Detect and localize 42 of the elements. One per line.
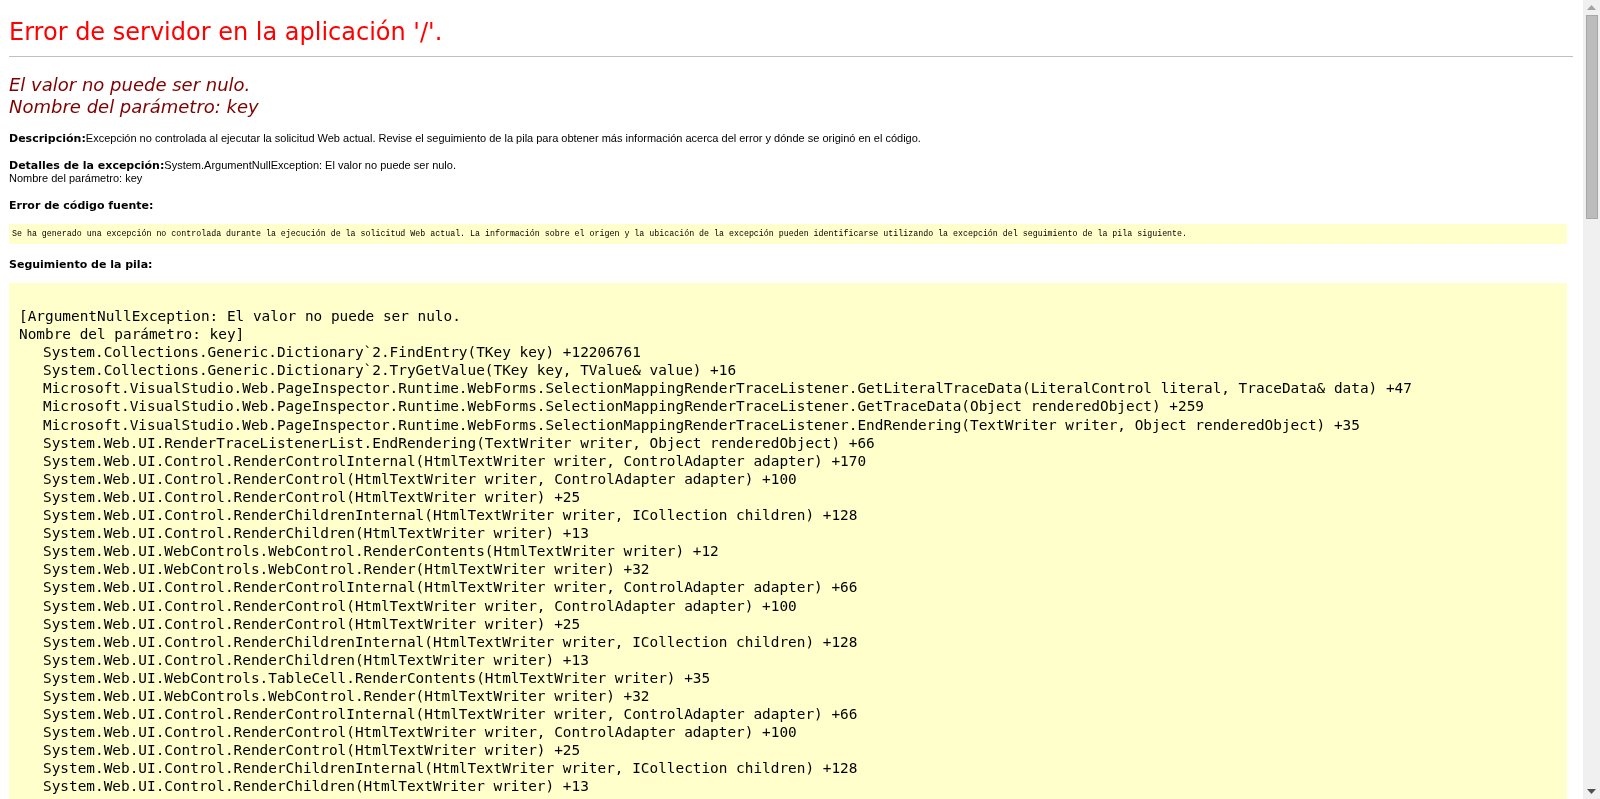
error-message: Nombre del parámetro: key	[9, 96, 259, 118]
stack-frame-line: System.Web.UI.Control.RenderControlInternal(HtmlTextWriter writer, ControlAdapter adapter) +170	[42, 451, 868, 470]
stack-frame-line: Microsoft.VisualStudio.Web.PageInspector.Runtime.WebForms.SelectionMappingRenderTraceListener.GetTraceData(Object renderedObject) +259	[42, 397, 1205, 416]
stack-frame-line: System.Web.UI.Control.RenderControl(HtmlTextWriter writer) +25	[42, 741, 582, 760]
stack-frame-line: Microsoft.VisualStudio.Web.PageInspector.Runtime.WebForms.SelectionMappingRenderTraceListener.GetLiteralTraceData(LiteralControl literal, TraceData& data) +47	[42, 379, 1413, 398]
stack-frame-line: System.Web.UI.WebControls.WebControl.Render(HtmlTextWriter writer) +32	[42, 686, 651, 706]
stack-frame-line: System.Web.UI.Control.RenderControlInternal(HtmlTextWriter writer, ControlAdapter adapter) +66	[42, 705, 859, 724]
parameter-name-text: Nombre del parámetro: key	[9, 172, 143, 184]
page-title: Error de servidor en la aplicación '/'.	[9, 17, 443, 48]
stack-frame-line: System.Web.UI.Control.RenderChildrenInternal(HtmlTextWriter writer, ICollection children) +128	[42, 759, 859, 778]
exception-details-text: System.ArgumentNullException: El valor no puede ser nulo.	[164, 159, 456, 171]
vertical-scrollbar[interactable]	[1583, 0, 1600, 799]
stack-frame-line: System.Web.UI.Control.RenderControl(HtmlTextWriter writer, ControlAdapter adapter) +100	[42, 596, 798, 615]
stack-frame-line: System.Web.UI.Control.RenderChildrenInternal(HtmlTextWriter writer, ICollection children) +128	[42, 632, 859, 651]
stack-frame-line: System.Web.UI.Control.RenderChildren(HtmlTextWriter writer) +13	[42, 524, 590, 543]
stack-frame-line: System.Web.UI.Control.RenderControlInternal(HtmlTextWriter writer, ControlAdapter adapter) +66	[42, 578, 859, 597]
stack-frame-line: System.Web.UI.WebControls.TableCell.RenderContents(HtmlTextWriter writer) +35	[42, 668, 712, 687]
exception-details-label: Detalles de la excepción:	[9, 159, 165, 172]
description-label: Descripción:	[9, 132, 86, 145]
stack-frame-line: System.Web.UI.WebControls.WebControl.RenderContents(HtmlTextWriter writer) +12	[42, 542, 720, 561]
error-message: El valor no puede ser nulo.	[9, 74, 251, 96]
stack-frame-line: System.Web.UI.Control.RenderChildren(HtmlTextWriter writer) +13	[42, 777, 590, 796]
stack-trace-label: Seguimiento de la pila:	[9, 258, 153, 271]
exception-header-line: Nombre del parámetro: key]	[19, 325, 246, 344]
scroll-down-icon[interactable]	[1587, 789, 1596, 794]
stack-frame-line: Microsoft.VisualStudio.Web.PageInspector.Runtime.WebForms.SelectionMappingRenderTraceListener.EndRendering(TextWriter writer, Object renderedObject) +35	[42, 415, 1361, 434]
scroll-up-icon[interactable]	[1587, 5, 1596, 10]
source-error-text: Se ha generado una excepción no controlada durante la ejecución de la solicitud Web actual. La información sobre el origen y la ubicación de la excepción pueden identificarse utilizando la excepción del seguimiento de la pila siguiente.	[9, 224, 1567, 244]
stack-frame-line: System.Web.UI.Control.RenderChildren(HtmlTextWriter writer) +13	[42, 650, 590, 669]
stack-frame-line: System.Web.UI.Control.RenderControl(HtmlTextWriter writer, ControlAdapter adapter) +100	[42, 469, 798, 488]
description-text: Excepción no controlada al ejecutar la solicitud Web actual. Revise el seguimiento de la pila para obtener más información acerca del error y dónde se originó en el código.	[85, 132, 921, 144]
stack-frame-line: System.Web.UI.Control.RenderControl(HtmlTextWriter writer) +25	[42, 487, 582, 507]
stack-frame-line: System.Web.UI.WebControls.WebControl.Render(HtmlTextWriter writer) +32	[42, 560, 651, 579]
stack-frame-line: System.Web.UI.Control.RenderControl(HtmlTextWriter writer) +25	[42, 614, 582, 633]
scrollbar-thumb[interactable]	[1585, 15, 1598, 219]
stack-frame-line: System.Collections.Generic.Dictionary`2.FindEntry(TKey key) +12206761	[42, 343, 642, 362]
stack-frame-line: System.Collections.Generic.Dictionary`2.TryGetValue(TKey key, TValue& value) +16	[42, 361, 738, 380]
source-error-label: Error de código fuente:	[9, 199, 154, 212]
stack-frame-line: System.Web.UI.RenderTraceListenerList.EndRendering(TextWriter writer, Object renderedObject) +66	[42, 433, 876, 452]
exception-header-line: [ArgumentNullException: El valor no puede ser nulo.	[19, 307, 462, 326]
stack-frame-line: System.Web.UI.Control.RenderControl(HtmlTextWriter writer, ControlAdapter adapter) +100	[42, 723, 798, 742]
stack-frame-line: System.Web.UI.Control.RenderChildrenInternal(HtmlTextWriter writer, ICollection children) +128	[42, 506, 859, 525]
